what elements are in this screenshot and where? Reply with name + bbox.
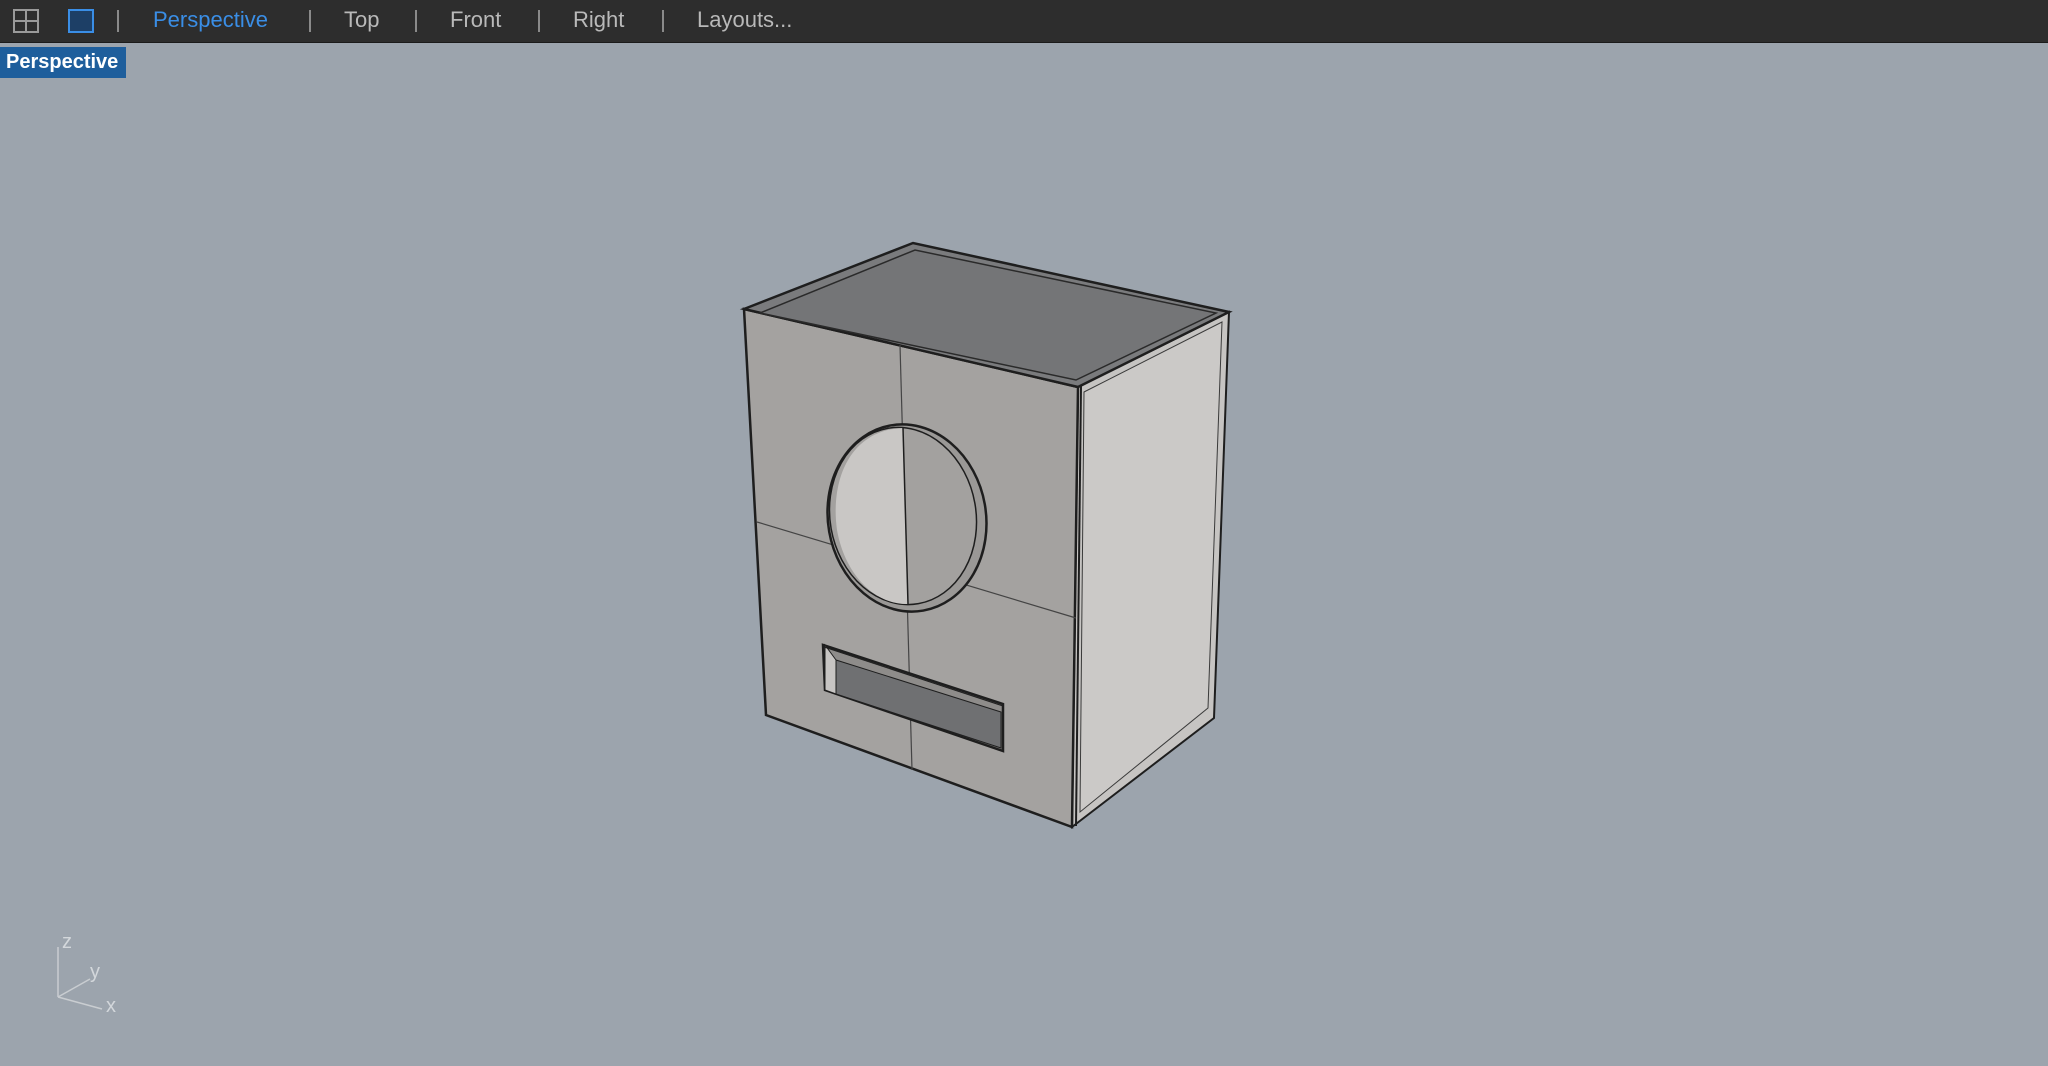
world-axes-indicator: z y x: [50, 931, 140, 1019]
viewport-toolbar: Perspective Top Front Right Layouts...: [0, 0, 2048, 43]
tab-right[interactable]: Right: [573, 7, 624, 33]
tab-perspective[interactable]: Perspective: [153, 7, 268, 33]
tab-top[interactable]: Top: [344, 7, 379, 33]
box-right-panel-inner: [1079, 321, 1223, 814]
single-viewport-icon[interactable]: [68, 9, 94, 33]
toolbar-separator: [415, 10, 417, 32]
tab-layouts[interactable]: Layouts...: [697, 7, 792, 33]
toolbar-separator: [662, 10, 664, 32]
tab-front[interactable]: Front: [450, 7, 501, 33]
perspective-viewport[interactable]: Perspective z y x: [0, 43, 2048, 1066]
toolbar-separator: [117, 10, 119, 32]
speaker-box-model[interactable]: [0, 43, 2048, 1066]
toolbar-separator: [538, 10, 540, 32]
toolbar-separator: [309, 10, 311, 32]
axis-z-label: z: [62, 931, 72, 953]
axis-x-label: x: [106, 995, 116, 1017]
axis-y-label: y: [90, 961, 100, 983]
four-viewports-icon[interactable]: [13, 9, 39, 33]
